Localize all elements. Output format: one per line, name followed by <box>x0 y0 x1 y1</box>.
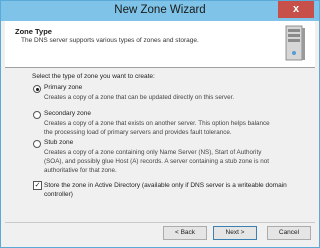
primary-zone-label[interactable]: Primary zone <box>44 84 82 91</box>
page-subtitle: The DNS server supports various types of… <box>21 37 199 44</box>
server-icon <box>285 25 305 61</box>
next-button[interactable]: Next > <box>213 226 257 240</box>
zone-type-prompt: Select the type of zone you want to crea… <box>32 73 155 80</box>
primary-zone-radio[interactable] <box>33 85 41 93</box>
description-line: Creates a copy of a zone that can be upd… <box>44 94 235 101</box>
store-in-ad-label[interactable]: Store the zone in Active Directory (avai… <box>44 181 287 199</box>
stub-zone-label[interactable]: Stub zone <box>44 139 73 146</box>
description-line: Creates a copy of a zone that exists on … <box>44 120 270 127</box>
wizard-content: Zone Type The DNS server supports variou… <box>5 21 315 245</box>
wizard-window: New Zone Wizard x Zone Type The DNS serv… <box>0 0 320 248</box>
description-line: (SOA), and possibly glue Host (A) record… <box>44 158 270 165</box>
window-title: New Zone Wizard <box>114 4 206 16</box>
footer-divider <box>5 222 315 223</box>
secondary-zone-radio[interactable] <box>33 111 41 119</box>
checkmark-icon: ✓ <box>34 182 41 189</box>
cancel-button[interactable]: Cancel <box>267 226 311 240</box>
stub-zone-description: Creates a copy of a zone containing only… <box>44 148 269 175</box>
store-in-ad-checkbox[interactable]: ✓ <box>33 181 42 190</box>
secondary-zone-label[interactable]: Secondary zone <box>44 110 91 117</box>
wizard-header: Zone Type The DNS server supports variou… <box>5 21 315 68</box>
description-line: Creates a copy of a zone containing only… <box>44 149 262 156</box>
description-line: the processing load of primary servers a… <box>44 129 232 136</box>
title-bar[interactable]: New Zone Wizard x <box>1 1 319 21</box>
close-icon: x <box>292 3 300 15</box>
store-in-ad-line: Store the zone in Active Directory (avai… <box>44 182 287 189</box>
page-title: Zone Type <box>15 27 52 36</box>
back-button[interactable]: < Back <box>163 226 207 240</box>
close-button[interactable]: x <box>278 1 314 18</box>
secondary-zone-description: Creates a copy of a zone that exists on … <box>44 119 270 137</box>
stub-zone-radio[interactable] <box>33 140 41 148</box>
description-line: authoritative for that zone. <box>44 167 117 174</box>
store-in-ad-line: controller) <box>44 191 73 198</box>
primary-zone-description: Creates a copy of a zone that can be upd… <box>44 93 234 102</box>
